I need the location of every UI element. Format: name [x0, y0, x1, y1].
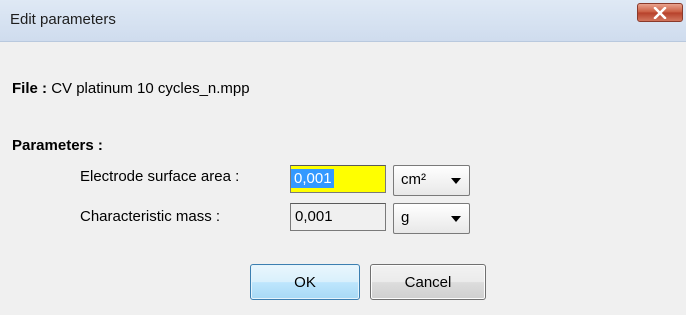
electrode-area-label: Electrode surface area : — [80, 168, 240, 185]
characteristic-mass-unit-dropdown[interactable]: g — [393, 203, 470, 234]
ok-button[interactable]: OK — [250, 264, 360, 300]
characteristic-mass-value: 0,001 — [295, 208, 333, 225]
title-bar[interactable]: Edit parameters — [0, 0, 686, 42]
cancel-button-label: Cancel — [404, 273, 452, 291]
characteristic-mass-label: Characteristic mass : — [80, 208, 221, 225]
file-name: CV platinum 10 cycles_n.mpp — [51, 80, 250, 97]
characteristic-mass-input[interactable]: 0,001 — [290, 203, 386, 231]
window-title: Edit parameters — [10, 11, 116, 28]
file-row: File : CV platinum 10 cycles_n.mpp — [12, 80, 250, 97]
electrode-area-input[interactable]: 0,001 — [290, 165, 386, 193]
electrode-area-unit: cm² — [401, 171, 426, 188]
close-button[interactable] — [637, 3, 683, 22]
electrode-area-value: 0,001 — [291, 169, 334, 188]
cancel-button[interactable]: Cancel — [370, 264, 486, 300]
chevron-down-icon — [451, 178, 461, 184]
chevron-down-icon — [451, 216, 461, 222]
electrode-area-unit-dropdown[interactable]: cm² — [393, 165, 470, 196]
ok-button-label: OK — [294, 273, 316, 291]
edit-parameters-dialog: Edit parameters File : CV platinum 10 cy… — [0, 0, 686, 315]
parameters-heading: Parameters : — [12, 137, 103, 154]
characteristic-mass-unit: g — [401, 209, 410, 226]
close-icon — [653, 6, 667, 19]
file-label: File : — [12, 80, 48, 97]
